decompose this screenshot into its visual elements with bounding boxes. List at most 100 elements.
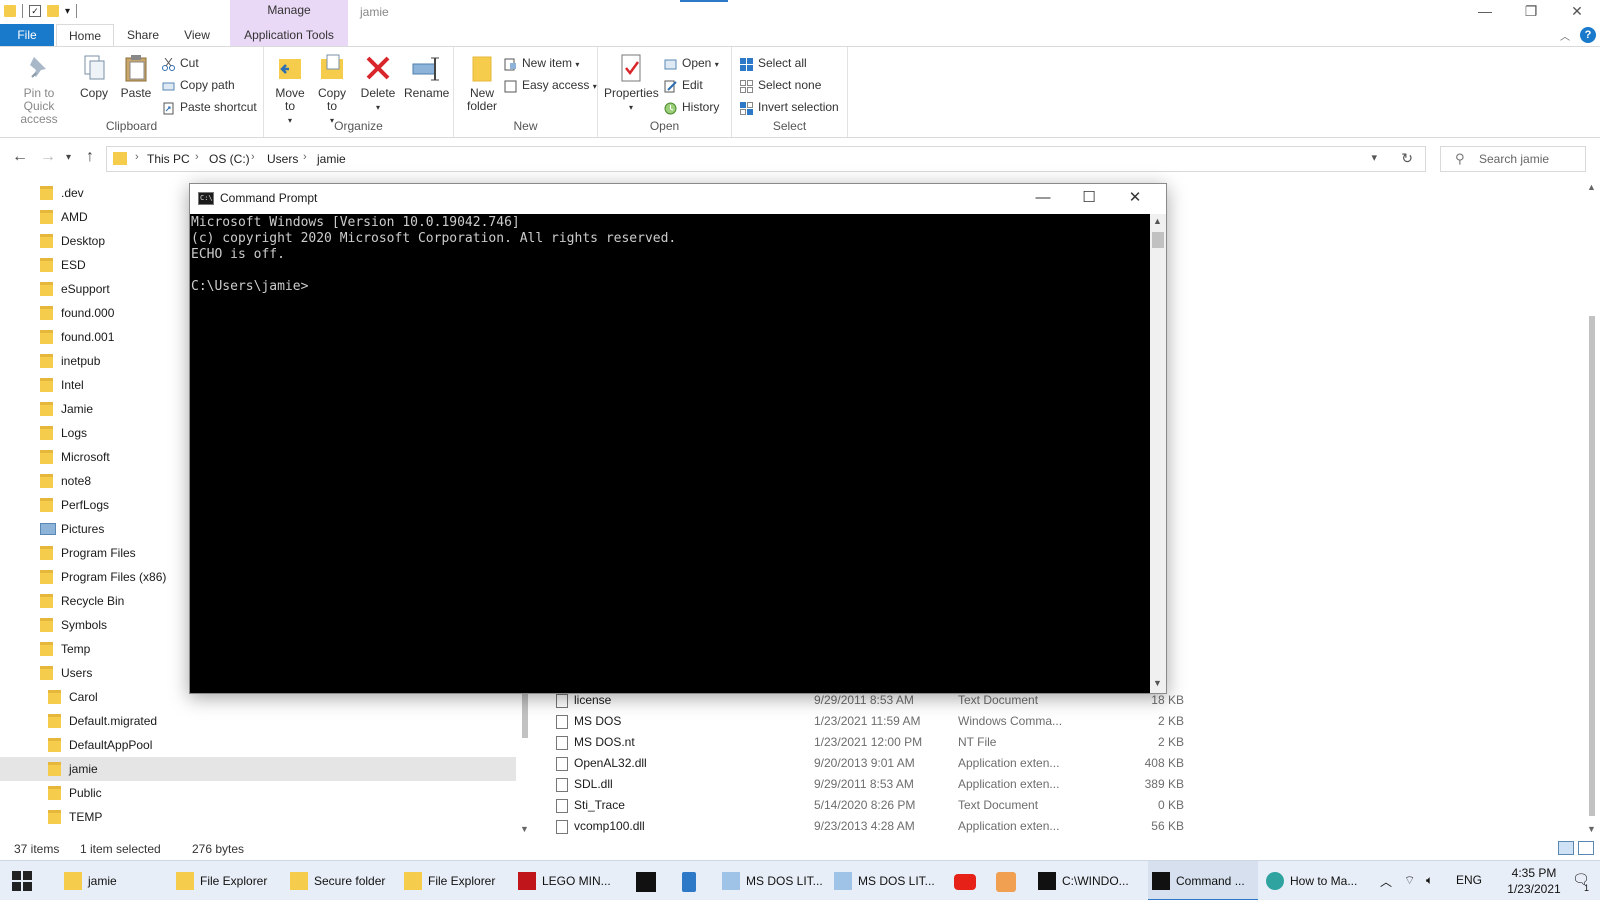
network-icon[interactable]: ⌔: [1404, 873, 1415, 888]
file-row[interactable]: MS DOS.nt 1/23/2021 12:00 PM NT File 2 KB: [540, 732, 1590, 753]
cmd-scrollbar[interactable]: ▲ ▼: [1150, 214, 1166, 693]
scroll-up-arrow-icon[interactable]: ▲: [1587, 182, 1596, 192]
tab-share[interactable]: Share: [118, 24, 168, 46]
tab-file[interactable]: File: [0, 24, 54, 46]
invert-selection-button[interactable]: Invert selection: [738, 97, 839, 117]
cmd-console-output[interactable]: Microsoft Windows [Version 10.0.19042.74…: [190, 214, 1150, 693]
tab-home[interactable]: Home: [56, 24, 114, 46]
taskbar-item[interactable]: C:\WINDO...: [1034, 861, 1138, 900]
cmd-title-bar[interactable]: C:\ Command Prompt — ☐ ✕: [190, 184, 1166, 214]
taskbar-item[interactable]: Secure folder: [286, 861, 392, 900]
restore-button[interactable]: ❐: [1508, 0, 1554, 24]
command-prompt-window[interactable]: C:\ Command Prompt — ☐ ✕ Microsoft Windo…: [189, 183, 1167, 694]
address-bar[interactable]: › This PC › OS (C:) › Users › jamie ▾ ↻: [106, 146, 1426, 172]
minimize-button[interactable]: —: [1462, 0, 1508, 24]
taskbar-item[interactable]: MS DOS LIT...: [830, 861, 935, 900]
open-button[interactable]: Open ▾: [662, 53, 719, 73]
collapse-ribbon-chevron-icon[interactable]: ︿: [1560, 28, 1570, 43]
paste-button[interactable]: Paste: [118, 53, 154, 100]
breadcrumb-users[interactable]: Users: [267, 152, 298, 166]
language-indicator[interactable]: ENG: [1456, 873, 1482, 887]
copy-path-button[interactable]: Copy path: [160, 75, 235, 95]
folder-icon: [64, 872, 82, 890]
scrollbar-thumb[interactable]: [1589, 316, 1595, 816]
cmd-maximize-button[interactable]: ☐: [1066, 184, 1112, 214]
breadcrumb-jamie[interactable]: jamie: [317, 152, 346, 166]
taskbar-item[interactable]: File Explorer: [172, 861, 278, 900]
properties-button[interactable]: Properties ▾: [604, 53, 659, 114]
windows-start-icon[interactable]: [12, 871, 32, 891]
file-list-scrollbar[interactable]: ▲ ▼: [1584, 180, 1600, 838]
nav-item[interactable]: jamie: [0, 757, 516, 781]
file-row[interactable]: OpenAL32.dll 9/20/2013 9:01 AM Application…: [540, 753, 1590, 774]
help-icon[interactable]: ?: [1580, 27, 1596, 43]
search-box[interactable]: ⚲ Search jamie: [1440, 146, 1586, 172]
tab-application-tools[interactable]: Application Tools: [230, 24, 348, 46]
file-row[interactable]: vcomp100.dll 9/23/2013 4:28 AM Application…: [540, 816, 1590, 837]
file-row[interactable]: SDL.dll 9/29/2011 8:53 AM Application exte…: [540, 774, 1590, 795]
ribbon-tabs: File Home Share View Application Tools: [0, 24, 1600, 46]
easy-access-button[interactable]: Easy access ▾: [502, 75, 597, 95]
tab-view[interactable]: View: [172, 24, 222, 46]
cmd-close-button[interactable]: ✕: [1112, 184, 1158, 214]
history-button[interactable]: History: [662, 97, 719, 117]
forward-arrow-icon[interactable]: →: [40, 148, 56, 166]
taskbar-item[interactable]: File Explorer: [400, 861, 506, 900]
taskbar-item[interactable]: jamie: [60, 861, 164, 900]
new-folder-button[interactable]: New folder: [462, 53, 502, 113]
pin-to-quick-access-button[interactable]: Pin to Quick access: [4, 53, 74, 126]
taskbar-item[interactable]: How to Ma...: [1262, 861, 1374, 900]
refresh-icon[interactable]: ↻: [1401, 150, 1413, 167]
taskbar-item[interactable]: LEGO MIN...: [514, 861, 616, 900]
scroll-down-arrow-icon[interactable]: ▼: [1587, 824, 1596, 834]
back-arrow-icon[interactable]: ←: [12, 148, 28, 166]
address-history-chevron-icon[interactable]: ▾: [1371, 151, 1377, 164]
scroll-down-arrow-icon[interactable]: ▼: [520, 824, 529, 834]
nav-item[interactable]: DefaultAppPool: [0, 733, 516, 757]
select-none-button[interactable]: Select none: [738, 75, 821, 95]
file-row[interactable]: Sti_Trace 5/14/2020 8:26 PM Text Document 0…: [540, 795, 1590, 816]
file-row[interactable]: MS DOS 1/23/2021 11:59 AM Windows Comma...…: [540, 711, 1590, 732]
breadcrumb-this-pc[interactable]: This PC: [147, 152, 190, 166]
volume-icon[interactable]: 🔈︎: [1426, 873, 1433, 888]
nav-item[interactable]: Public: [0, 781, 516, 805]
properties-check-icon[interactable]: ✓: [29, 5, 41, 17]
select-all-button[interactable]: Select all: [738, 53, 807, 73]
close-button[interactable]: ✕: [1554, 0, 1600, 24]
nav-item[interactable]: Default.migrated: [0, 709, 516, 733]
details-view-icon[interactable]: [1558, 841, 1574, 855]
clock[interactable]: 4:35 PM 1/23/2021: [1500, 865, 1568, 897]
phone-app-icon[interactable]: [682, 872, 696, 892]
paste-shortcut-button[interactable]: Paste shortcut: [160, 97, 257, 117]
copy-button[interactable]: Copy: [76, 53, 112, 100]
folder-icon: [40, 378, 53, 392]
rename-button[interactable]: Rename: [404, 53, 449, 100]
nav-item-label: Jamie: [61, 402, 94, 416]
edit-button[interactable]: Edit: [662, 75, 703, 95]
customize-toolbar-chevron-icon[interactable]: ▾: [65, 6, 70, 17]
new-item-button[interactable]: New item ▾: [502, 53, 579, 73]
taskbar-item[interactable]: MS DOS LIT...: [718, 861, 823, 900]
file-date-modified: 5/14/2020 8:26 PM: [814, 798, 916, 812]
move-to-button[interactable]: Move to ▾: [272, 53, 308, 127]
cmd-minimize-button[interactable]: —: [1020, 184, 1066, 214]
taskbar-item[interactable]: Command ...: [1148, 861, 1258, 900]
app-icon[interactable]: [636, 872, 656, 892]
search-input[interactable]: Search jamie: [1479, 152, 1549, 166]
recent-locations-chevron-icon[interactable]: ▾: [66, 152, 71, 163]
copy-to-button[interactable]: Copy to ▾: [314, 53, 350, 127]
scroll-up-arrow-icon[interactable]: ▲: [1153, 216, 1162, 226]
new-folder-icon[interactable]: [47, 5, 59, 17]
scroll-down-arrow-icon[interactable]: ▼: [1153, 678, 1162, 688]
media-player-icon[interactable]: [996, 872, 1016, 892]
cut-button[interactable]: Cut: [160, 53, 199, 73]
scrollbar-thumb[interactable]: [1152, 232, 1164, 248]
large-icons-view-icon[interactable]: [1578, 841, 1594, 855]
folder-icon[interactable]: [4, 5, 16, 17]
show-hidden-icons-chevron-icon[interactable]: ︿: [1380, 873, 1392, 890]
nav-item[interactable]: TEMP: [0, 805, 516, 829]
youtube-icon[interactable]: [954, 874, 976, 890]
breadcrumb-os-c[interactable]: OS (C:): [209, 152, 250, 166]
up-arrow-icon[interactable]: ↑: [86, 148, 94, 166]
delete-button[interactable]: Delete ▾: [360, 53, 396, 114]
